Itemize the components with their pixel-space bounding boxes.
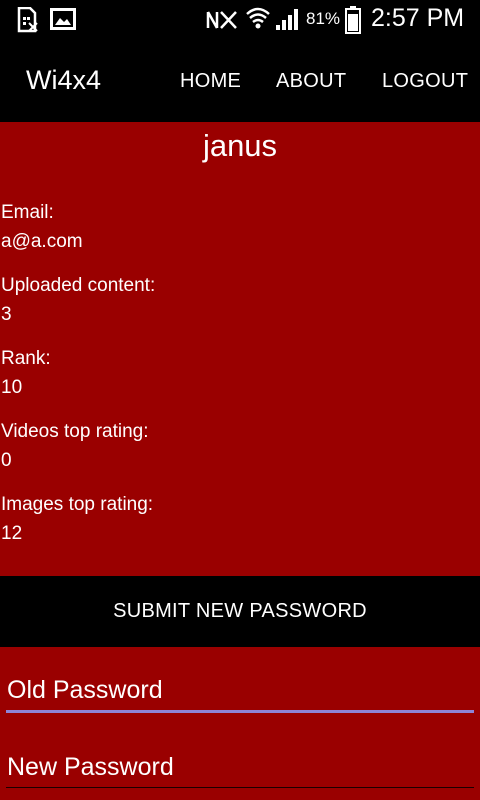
nav-about-link[interactable]: ABOUT	[276, 69, 346, 93]
app-screen: 81% 2:57 PM Wi4x4 HOME ABOUT LOGOUT janu…	[0, 0, 480, 800]
nfc-muted-icon	[206, 11, 237, 29]
old-password-input[interactable]: Old Password	[6, 674, 474, 716]
email-field: Email: a@a.com	[1, 198, 471, 256]
wifi-icon	[246, 7, 270, 29]
status-bar: 81% 2:57 PM	[0, 0, 480, 38]
nav-logout-link[interactable]: LOGOUT	[382, 69, 468, 93]
videos-top-rating-label: Videos top rating:	[1, 421, 149, 442]
image-icon	[50, 8, 76, 30]
images-top-rating-value: 12	[1, 523, 23, 544]
uploaded-content-label: Uploaded content:	[1, 275, 156, 296]
rank-field: Rank: 10	[1, 344, 471, 402]
new-password-underline	[6, 787, 474, 788]
videos-top-rating-field: Videos top rating: 0	[1, 417, 471, 475]
uploaded-content-field: Uploaded content: 3	[1, 271, 471, 329]
app-bar: Wi4x4 HOME ABOUT LOGOUT	[0, 38, 480, 122]
sim-card-icon	[17, 7, 38, 33]
images-top-rating-label: Images top rating:	[1, 494, 154, 515]
new-password-placeholder: New Password	[7, 753, 174, 781]
battery-percent: 81%	[306, 9, 341, 28]
signal-icon	[276, 9, 298, 30]
old-password-placeholder: Old Password	[7, 676, 163, 704]
old-password-underline	[6, 710, 474, 713]
nav-home-link[interactable]: HOME	[180, 69, 241, 93]
email-value: a@a.com	[1, 231, 83, 252]
rank-label: Rank:	[1, 348, 51, 369]
submit-new-password-button[interactable]: SUBMIT NEW PASSWORD	[0, 576, 480, 647]
images-top-rating-field: Images top rating: 12	[1, 490, 471, 548]
email-label: Email:	[1, 202, 54, 223]
videos-top-rating-value: 0	[1, 450, 12, 471]
profile-username: janus	[202, 128, 278, 163]
new-password-input[interactable]: New Password	[6, 751, 474, 793]
status-clock: 2:57 PM	[371, 4, 465, 32]
rank-value: 10	[1, 377, 23, 398]
app-title: Wi4x4	[26, 65, 102, 95]
uploaded-content-value: 3	[1, 304, 12, 325]
battery-icon	[345, 6, 361, 34]
